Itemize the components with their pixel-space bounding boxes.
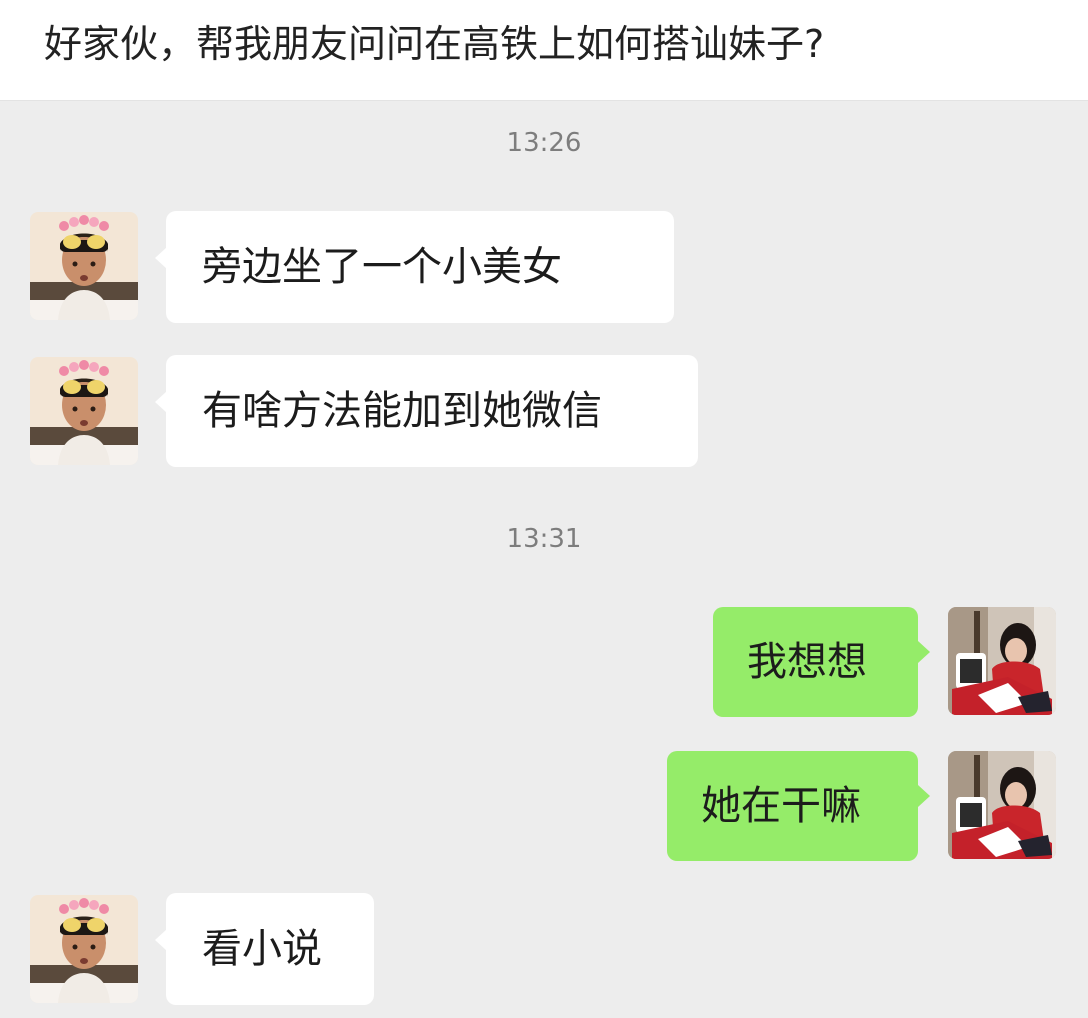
bubble-tail xyxy=(918,641,930,663)
friend-avatar[interactable] xyxy=(30,357,138,465)
timestamp: 13:31 xyxy=(506,524,582,554)
self-avatar[interactable] xyxy=(948,607,1056,715)
message-bubble[interactable]: 旁边坐了一个小美女 xyxy=(166,211,674,323)
message-text: 旁边坐了一个小美女 xyxy=(202,244,562,290)
message-bubble[interactable]: 看小说 xyxy=(166,893,374,1005)
caption-text: 好家伙，帮我朋友问问在高铁上如何搭讪妹子? xyxy=(44,22,825,66)
friend-avatar[interactable] xyxy=(30,895,138,1003)
message-text: 我想想 xyxy=(747,639,867,685)
message-text: 她在干嘛 xyxy=(701,783,861,829)
bubble-tail xyxy=(918,785,930,807)
timestamp: 13:26 xyxy=(506,128,582,158)
message-bubble[interactable]: 有啥方法能加到她微信 xyxy=(166,355,698,467)
message-bubble[interactable]: 我想想 xyxy=(713,607,918,717)
chat-area[interactable]: 13:26 旁边坐了一个小美女 有啥方法能加到她微信 13:31 我想想 她在干… xyxy=(0,101,1088,1018)
caption-bar: 好家伙，帮我朋友问问在高铁上如何搭讪妹子? xyxy=(0,0,1088,101)
self-avatar[interactable] xyxy=(948,751,1056,859)
message-text: 看小说 xyxy=(202,926,322,972)
message-text: 有啥方法能加到她微信 xyxy=(202,388,602,434)
friend-avatar[interactable] xyxy=(30,212,138,320)
message-bubble[interactable]: 她在干嘛 xyxy=(667,751,918,861)
